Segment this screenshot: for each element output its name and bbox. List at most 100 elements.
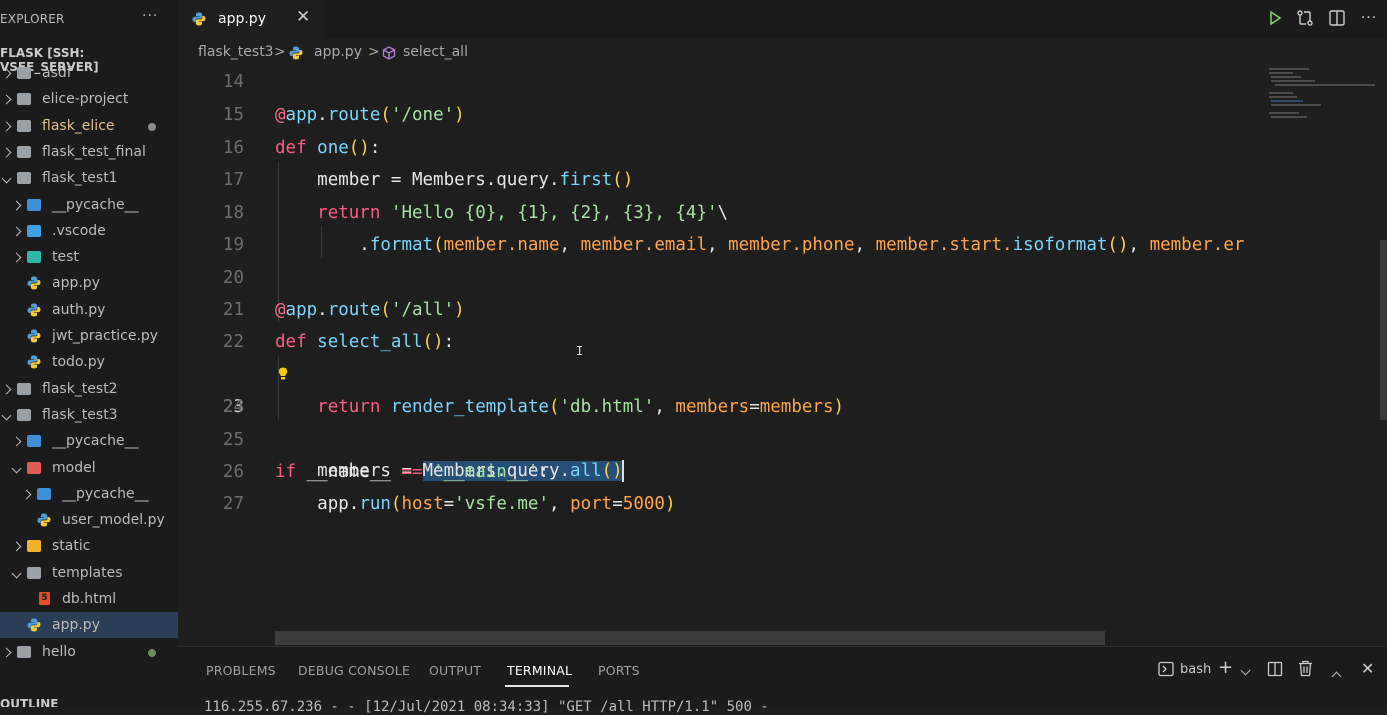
folder-icon xyxy=(17,172,31,185)
split-editor-icon[interactable] xyxy=(1327,8,1347,28)
tree-item[interactable]: auth.py xyxy=(0,297,178,323)
folder-icon xyxy=(17,408,31,421)
tree-item-label: flask_test_final xyxy=(42,143,146,160)
tree-item-label: static xyxy=(52,538,91,555)
tree-item[interactable]: flask_test2 xyxy=(0,376,178,402)
python-file-icon xyxy=(37,513,51,527)
tab-ports[interactable]: PORTS xyxy=(598,663,640,678)
tree-item-label: asdf xyxy=(42,65,72,81)
folder-icon xyxy=(17,382,31,395)
tree-item[interactable]: app.py xyxy=(0,270,178,296)
tree-item[interactable]: .vscode xyxy=(0,218,178,244)
minimap[interactable] xyxy=(1265,66,1380,136)
tree-item-label: db.html xyxy=(62,591,117,607)
line-number: 25 xyxy=(222,430,244,450)
tree-item[interactable]: __pycache__ xyxy=(0,428,178,454)
split-terminal-icon[interactable] xyxy=(1267,661,1283,677)
chevron-right-icon[interactable] xyxy=(10,192,22,218)
more-icon[interactable]: ··· xyxy=(1359,8,1379,28)
tree-item[interactable]: elice-project xyxy=(0,86,178,112)
chevron-right-icon[interactable] xyxy=(20,481,32,507)
new-terminal-icon[interactable]: + xyxy=(1218,657,1233,678)
breadcrumb-separator: > xyxy=(368,44,380,60)
chevron-right-icon[interactable] xyxy=(10,428,22,454)
chevron-right-icon[interactable] xyxy=(0,60,12,86)
tab-debug-console[interactable]: DEBUG CONSOLE xyxy=(298,663,410,678)
tree-item[interactable]: hello xyxy=(0,639,178,665)
line-number: 18 xyxy=(222,203,244,223)
chevron-right-icon[interactable] xyxy=(10,218,22,244)
breadcrumb-symbol[interactable]: select_all xyxy=(403,44,468,60)
line-number: 14 xyxy=(222,72,244,92)
tree-item[interactable]: flask_elice xyxy=(0,113,178,139)
tree-item[interactable]: model xyxy=(0,455,178,481)
active-tab-indicator xyxy=(505,685,569,687)
status-dot xyxy=(148,122,156,131)
tab-terminal[interactable]: TERMINAL xyxy=(507,663,572,678)
lightbulb-icon[interactable] xyxy=(278,367,288,381)
python-file-icon xyxy=(27,355,41,369)
terminal-icon xyxy=(1158,661,1174,677)
tree-item[interactable]: flask_test_final xyxy=(0,139,178,165)
vscode-folder-icon xyxy=(27,224,41,237)
tree-item[interactable]: flask_test3 xyxy=(0,402,178,428)
more-actions-icon[interactable]: ··· xyxy=(142,8,158,24)
tab-problems[interactable]: PROBLEMS xyxy=(206,663,276,678)
static-folder-icon xyxy=(27,540,41,553)
shell-name[interactable]: bash xyxy=(1180,662,1211,677)
terminal-output[interactable]: 116.255.67.236 - - [12/Jul/2021 08:34:33… xyxy=(204,699,769,715)
chevron-right-icon[interactable] xyxy=(0,113,12,139)
vertical-scrollbar[interactable] xyxy=(1380,240,1387,420)
code-editor[interactable]: 14 15 @app.route('/one') 16 def one(): 17 … xyxy=(178,66,1387,646)
chevron-right-icon[interactable] xyxy=(0,639,12,665)
tree-item[interactable]: 5 db.html xyxy=(0,586,178,612)
chevron-down-icon[interactable] xyxy=(0,165,12,191)
python-folder-icon xyxy=(27,435,41,448)
code-line: 18 return 'Hello {0}, {1}, {2}, {3}, {4}… xyxy=(178,197,1278,229)
outline-header[interactable]: OUTLINE xyxy=(0,697,58,707)
tree-item[interactable]: app.py xyxy=(0,612,178,639)
chevron-right-icon[interactable] xyxy=(0,376,12,402)
explorer-title: EXPLORER xyxy=(0,12,65,26)
python-file-icon xyxy=(27,276,41,290)
tree-item[interactable]: flask_test1 xyxy=(0,165,178,191)
chevron-down-icon[interactable] xyxy=(10,455,22,481)
code-line: 21 @app.route('/all') xyxy=(178,294,1278,326)
tree-item[interactable]: todo.py xyxy=(0,349,178,375)
tree-item[interactable]: user_model.py xyxy=(0,507,178,533)
tree-item[interactable]: static xyxy=(0,533,178,559)
close-tab-icon[interactable]: ✕ xyxy=(296,7,310,27)
tree-item[interactable]: jwt_practice.py xyxy=(0,323,178,349)
run-icon[interactable] xyxy=(1265,8,1285,28)
trash-icon[interactable] xyxy=(1298,660,1313,677)
chevron-right-icon[interactable] xyxy=(0,139,12,165)
close-panel-icon[interactable]: ✕ xyxy=(1361,659,1374,678)
tree-item[interactable]: __pycache__ xyxy=(0,192,178,218)
chevron-down-icon[interactable] xyxy=(10,560,22,586)
breadcrumb-folder[interactable]: flask_test3 xyxy=(198,44,274,60)
tree-item-label: app.py xyxy=(52,275,100,292)
code-line: 25 xyxy=(178,424,1278,456)
mouse-cursor-icon: I xyxy=(576,344,584,358)
tree-item[interactable]: __pycache__ xyxy=(0,481,178,507)
compare-changes-icon[interactable] xyxy=(1295,8,1315,28)
tab-output[interactable]: OUTPUT xyxy=(429,663,481,678)
line-number: 21 xyxy=(222,300,244,320)
tree-item[interactable]: asdf xyxy=(0,60,178,86)
line-number: 16 xyxy=(222,138,244,158)
maximize-panel-icon[interactable] xyxy=(1331,671,1342,682)
line-number: 17 xyxy=(222,170,244,190)
chevron-right-icon[interactable] xyxy=(10,533,22,559)
tab-app-py[interactable]: app.py ✕ xyxy=(178,0,324,39)
breadcrumb-file[interactable]: app.py xyxy=(314,44,362,60)
tree-item[interactable]: templates xyxy=(0,560,178,586)
line-number: 15 xyxy=(222,105,244,125)
chevron-down-icon[interactable] xyxy=(0,402,12,428)
chevron-down-icon[interactable] xyxy=(1240,665,1251,676)
chevron-right-icon[interactable] xyxy=(10,244,22,270)
line-number: 20 xyxy=(222,268,244,288)
horizontal-scrollbar[interactable] xyxy=(275,631,1105,645)
line-number: 26 xyxy=(222,462,244,482)
tree-item[interactable]: test xyxy=(0,244,178,270)
chevron-right-icon[interactable] xyxy=(0,86,12,112)
